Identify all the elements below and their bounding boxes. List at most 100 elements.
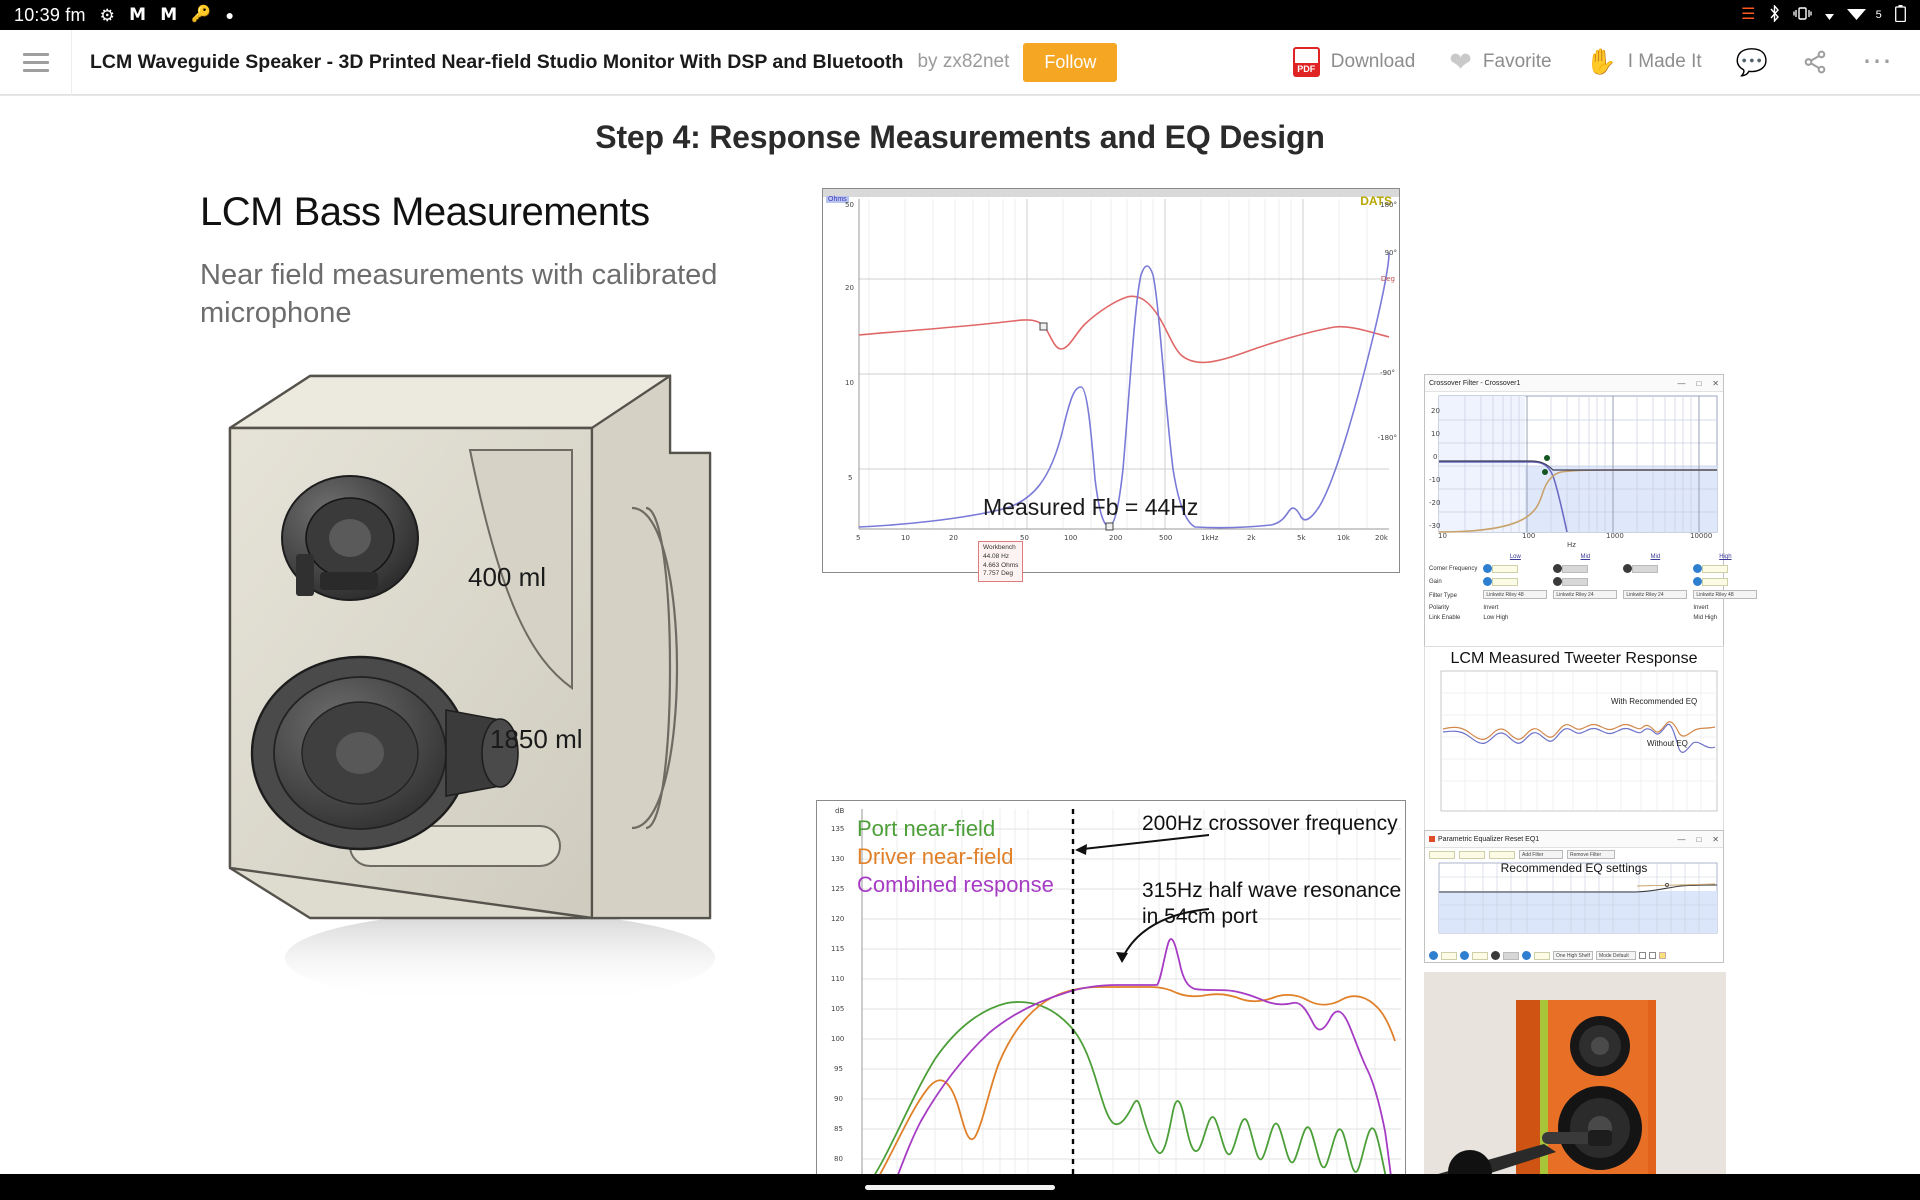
eq-bypass-checkbox[interactable]	[1649, 952, 1656, 959]
close-button[interactable]: ✕	[1712, 379, 1719, 388]
eq-window-controls: — □ ✕	[1677, 835, 1719, 844]
eq-band-toggle-3[interactable]	[1491, 951, 1500, 960]
gear-icon: ⚙	[99, 5, 116, 25]
crossover-controls-table: Low Mid Mid High Corner Frequency Gain F…	[1425, 551, 1761, 624]
comments-button[interactable]: 💬	[1736, 49, 1768, 75]
eq-band-q-1[interactable]	[1472, 951, 1488, 960]
imp-ytick-10: 10	[845, 379, 854, 387]
eq-gain-field[interactable]	[1489, 850, 1515, 859]
corner-freq-low-cell[interactable]	[1481, 563, 1549, 574]
impedance-chart: DATS Ohms 50 20 10 5 180° 90° Deg -90° -…	[822, 188, 1400, 583]
download-button[interactable]: PDF Download	[1292, 47, 1416, 77]
tweeter-note-with-eq: With Recommended EQ	[1611, 697, 1698, 706]
corner-freq-mid-high-cell[interactable]	[1621, 563, 1689, 574]
gain-high-cell[interactable]	[1691, 576, 1759, 587]
filter-type-mid-high-select[interactable]: Linkwitz Riley 24	[1623, 590, 1688, 599]
eq-band-freq-2[interactable]	[1534, 951, 1550, 960]
legend-driver-nearfield: Driver near-field	[857, 844, 1014, 870]
share-button[interactable]	[1802, 49, 1828, 75]
eq-band-toggle-1[interactable]	[1429, 951, 1438, 960]
header-title-group: LCM Waveguide Speaker - 3D Printed Near-…	[72, 42, 1118, 82]
info-icon	[1693, 564, 1703, 573]
eq-mode-select[interactable]: Mode Default	[1596, 951, 1636, 960]
eq-q-field[interactable]	[1459, 850, 1485, 859]
eq-type-select[interactable]: One High Shelf	[1553, 951, 1593, 960]
android-nav-bar	[0, 1174, 1920, 1200]
imp-xtick-1k: 1kHz	[1201, 534, 1219, 542]
tweeter-response-panel: LCM Measured Tweeter Response With Recom…	[1424, 646, 1724, 832]
xo-xtick-10000: 10000	[1690, 532, 1713, 540]
share-icon	[1804, 50, 1826, 74]
add-filter-button[interactable]: Add Filter	[1519, 850, 1563, 859]
info-icon	[1623, 564, 1633, 573]
gain-mid-low-cell[interactable]	[1551, 576, 1619, 587]
eq-link-checkbox[interactable]	[1659, 952, 1666, 959]
filter-type-high-select[interactable]: Linkwitz Riley 48	[1693, 590, 1758, 599]
more-button[interactable]: ⋯	[1862, 47, 1894, 77]
eq-freq-field[interactable]	[1429, 850, 1455, 859]
eq-band-gain-1[interactable]	[1503, 951, 1519, 960]
follow-button[interactable]: Follow	[1023, 42, 1118, 82]
i-made-it-button[interactable]: ✋ I Made It	[1586, 49, 1702, 75]
maximize-button[interactable]: □	[1696, 835, 1701, 844]
label-polarity: Polarity	[1429, 605, 1450, 611]
home-gesture-pill[interactable]	[865, 1184, 1055, 1190]
minimize-button[interactable]: —	[1677, 835, 1685, 844]
corner-freq-mid-high-field[interactable]	[1632, 564, 1659, 573]
nf-ytick-110: 110	[831, 975, 845, 983]
corner-freq-mid-low-cell[interactable]	[1551, 563, 1619, 574]
bass-measurements-heading: LCM Bass Measurements	[200, 190, 650, 234]
heart-icon: ❤	[1449, 46, 1472, 77]
corner-freq-high-field[interactable]	[1702, 564, 1729, 573]
eq-band-freq-1[interactable]	[1441, 951, 1457, 960]
row-filter-type: Filter Type Linkwitz Riley 48 Linkwitz R…	[1427, 589, 1759, 602]
cursor-readout-ohms: 4.663 Ohms	[983, 561, 1019, 569]
bluetooth-icon	[1769, 4, 1780, 25]
eq-active-checkbox[interactable]	[1639, 952, 1646, 959]
polarity-low-cell[interactable]: Invert	[1481, 604, 1549, 612]
app-icon	[1429, 836, 1435, 842]
dot-icon: ●	[225, 7, 235, 23]
eq-band-toggle-2[interactable]	[1460, 951, 1469, 960]
pdf-badge-label: PDF	[1294, 63, 1318, 75]
crossover-col-headers: Low Mid Mid High	[1427, 553, 1759, 561]
corner-freq-low-field[interactable]	[1492, 564, 1519, 573]
tweeter-note-without-eq: Without EQ	[1647, 739, 1688, 748]
cast-icon: ☰	[1741, 6, 1756, 23]
vibrate-icon	[1793, 6, 1812, 24]
battery-icon	[1895, 5, 1906, 25]
menu-button[interactable]	[0, 29, 72, 95]
close-button[interactable]: ✕	[1712, 835, 1719, 844]
imp-xtick-20k: 20k	[1375, 534, 1388, 542]
page-content: Step 4: Response Measurements and EQ Des…	[0, 95, 1920, 1200]
gain-low-cell[interactable]	[1481, 576, 1549, 587]
volume-label-1850ml: 1850 ml	[490, 724, 583, 754]
nf-ytick-125: 125	[831, 885, 845, 893]
corner-freq-mid-low-field[interactable]	[1562, 564, 1589, 573]
imp-xtick-5k: 5k	[1297, 534, 1306, 542]
download-label: Download	[1330, 51, 1416, 72]
filter-type-mid-low-select[interactable]: Linkwitz Riley 24	[1553, 590, 1618, 599]
imp-xtick-5: 5	[856, 534, 861, 542]
cursor-readout-deg: 7.757 Deg	[983, 570, 1013, 578]
link-low-high-cell[interactable]: Low High	[1481, 614, 1549, 622]
gain-low-field[interactable]	[1492, 577, 1519, 586]
legend-combined-response: Combined response	[857, 872, 1054, 898]
favorite-button[interactable]: ❤ Favorite	[1449, 46, 1551, 77]
link-mid-high-cell[interactable]: Mid High	[1691, 614, 1759, 622]
gain-high-field[interactable]	[1702, 577, 1729, 586]
minimize-button[interactable]: —	[1677, 379, 1685, 388]
imp-y2tick-0: -90°	[1380, 369, 1395, 377]
gain-mid-low-field[interactable]	[1562, 577, 1589, 586]
speaker-photo	[1424, 972, 1726, 1200]
bass-measurements-subheading: Near field measurements with calibrated …	[200, 259, 718, 329]
maximize-button[interactable]: □	[1696, 379, 1701, 388]
key-icon: 🔑	[191, 6, 212, 23]
polarity-high-cell[interactable]: Invert	[1691, 604, 1759, 612]
nf-ytick-85: 85	[834, 1125, 843, 1133]
nf-ytick-120: 120	[831, 915, 845, 923]
filter-type-low-select[interactable]: Linkwitz Riley 48	[1483, 590, 1548, 599]
eq-band-toggle-4[interactable]	[1522, 951, 1531, 960]
remove-filter-button[interactable]: Remove Filter	[1567, 850, 1615, 859]
corner-freq-high-cell[interactable]	[1691, 563, 1759, 574]
